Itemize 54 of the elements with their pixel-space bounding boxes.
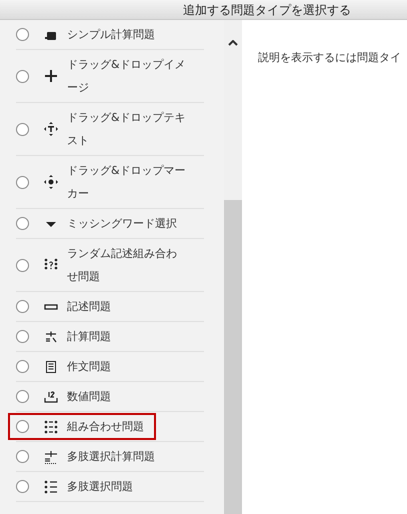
radio-button[interactable] <box>16 480 29 493</box>
question-type-label: 多肢選択問題 <box>67 479 134 495</box>
radio-button[interactable] <box>16 360 29 373</box>
number-field-icon <box>44 390 58 404</box>
question-type-option[interactable]: 多肢選択計算問題 <box>14 443 204 470</box>
radio-button[interactable] <box>16 122 29 136</box>
question-type-label: 多肢選択計算問題 <box>67 449 156 465</box>
question-type-option[interactable]: 作文問題 <box>14 353 204 380</box>
question-type-label: ドラッグ&ドロップイメージ <box>67 57 187 96</box>
question-type-label: ランダム記述組み合わせ問題 <box>67 246 178 285</box>
question-type-label: 数値問題 <box>67 389 112 405</box>
radio-button[interactable] <box>16 420 29 433</box>
question-type-option[interactable]: 多肢選択問題 <box>14 473 204 500</box>
radio-button[interactable] <box>16 28 29 41</box>
radio-button[interactable] <box>16 258 29 272</box>
question-type-label: 記述問題 <box>67 299 112 315</box>
radio-button[interactable] <box>16 70 29 82</box>
question-type-label: シンプル計算問題 <box>67 27 156 43</box>
question-type-option[interactable]: 計算問題 <box>14 323 204 350</box>
question-type-option[interactable]: ドラッグ&ドロップテキスト <box>14 104 204 154</box>
move-icon <box>44 69 58 83</box>
dot-grid-icon <box>44 258 58 272</box>
scrollbar[interactable] <box>224 20 242 514</box>
description-text: 説明を表示するには問題タイ <box>258 51 401 64</box>
question-type-option[interactable]: ドラッグ&ドロップマーカー <box>14 157 204 207</box>
radio-button[interactable] <box>16 217 29 230</box>
question-type-label: ミッシングワード選択 <box>67 216 178 232</box>
radio-button[interactable] <box>16 390 29 403</box>
question-type-label: ドラッグ&ドロップテキスト <box>67 110 187 149</box>
calculation-icon <box>44 450 58 464</box>
question-type-option[interactable]: シンプル計算問題 <box>14 21 204 48</box>
equation-icon <box>44 330 58 344</box>
question-type-option[interactable]: 組み合わせ問題 <box>8 413 156 440</box>
question-type-label: 組み合わせ問題 <box>67 419 145 435</box>
marker-move-icon <box>44 175 58 189</box>
list-icon <box>44 480 58 494</box>
question-type-label: ドラッグ&ドロップマーカー <box>67 163 187 202</box>
radio-button[interactable] <box>16 176 29 188</box>
question-type-label: 計算問題 <box>67 329 112 345</box>
document-icon <box>44 360 58 374</box>
question-type-option[interactable]: 数値問題 <box>14 383 204 410</box>
question-type-option[interactable]: ランダム記述組み合わせ問題 <box>14 240 204 290</box>
radio-button[interactable] <box>16 300 29 313</box>
dialog-title: 追加する問題タイプを選択する <box>183 2 351 18</box>
text-move-icon <box>44 122 58 136</box>
question-type-label: 作文問題 <box>67 359 112 375</box>
scroll-up-icon[interactable] <box>228 40 238 46</box>
question-type-option[interactable]: ドラッグ&ドロップイメージ <box>14 51 204 101</box>
scrollbar-thumb[interactable] <box>224 200 242 514</box>
question-type-option[interactable]: ミッシングワード選択 <box>14 210 204 237</box>
radio-button[interactable] <box>16 330 29 343</box>
question-type-option[interactable]: 記述問題 <box>14 293 204 320</box>
radio-button[interactable] <box>16 450 29 463</box>
matching-icon <box>44 420 58 434</box>
